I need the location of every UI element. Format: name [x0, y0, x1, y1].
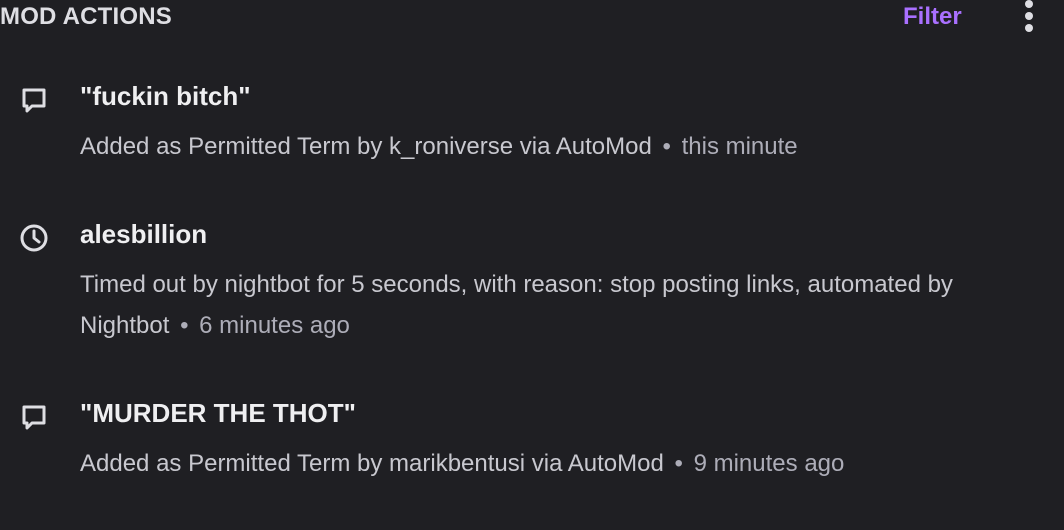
separator-dot: •	[180, 312, 189, 339]
kebab-dot	[1025, 12, 1033, 20]
action-timestamp: this minute	[681, 133, 798, 160]
action-detail: Timed out by nightbot for 5 seconds, wit…	[80, 264, 1040, 346]
clock-icon	[18, 222, 50, 254]
action-term[interactable]: "fuckin bitch"	[80, 80, 251, 112]
kebab-dot	[1025, 0, 1033, 8]
action-detail: Added as Permitted Term by marikbentusi …	[80, 443, 1040, 484]
chat-bubble-icon	[18, 84, 50, 116]
kebab-dot	[1025, 24, 1033, 32]
panel-header: MOD ACTIONS Filter	[0, 0, 1064, 34]
separator-dot: •	[662, 133, 671, 160]
action-detail: Added as Permitted Term by k_roniverse v…	[80, 126, 1040, 167]
separator-dot: •	[674, 450, 683, 477]
action-username[interactable]: alesbillion	[80, 218, 207, 250]
chat-bubble-icon	[18, 401, 50, 433]
mod-actions-panel: MOD ACTIONS Filter "fuckin bitch" Added …	[0, 0, 1064, 530]
action-timestamp: 6 minutes ago	[199, 312, 350, 339]
panel-title: MOD ACTIONS	[0, 3, 172, 30]
action-term[interactable]: "MURDER THE THOT"	[80, 397, 356, 429]
action-timestamp: 9 minutes ago	[693, 450, 845, 477]
action-description: Added as Permitted Term by marikbentusi …	[80, 450, 664, 477]
action-description: Added as Permitted Term by k_roniverse v…	[80, 133, 652, 160]
vertical-ellipsis-icon[interactable]	[1018, 0, 1042, 34]
filter-button[interactable]: Filter	[903, 2, 962, 32]
